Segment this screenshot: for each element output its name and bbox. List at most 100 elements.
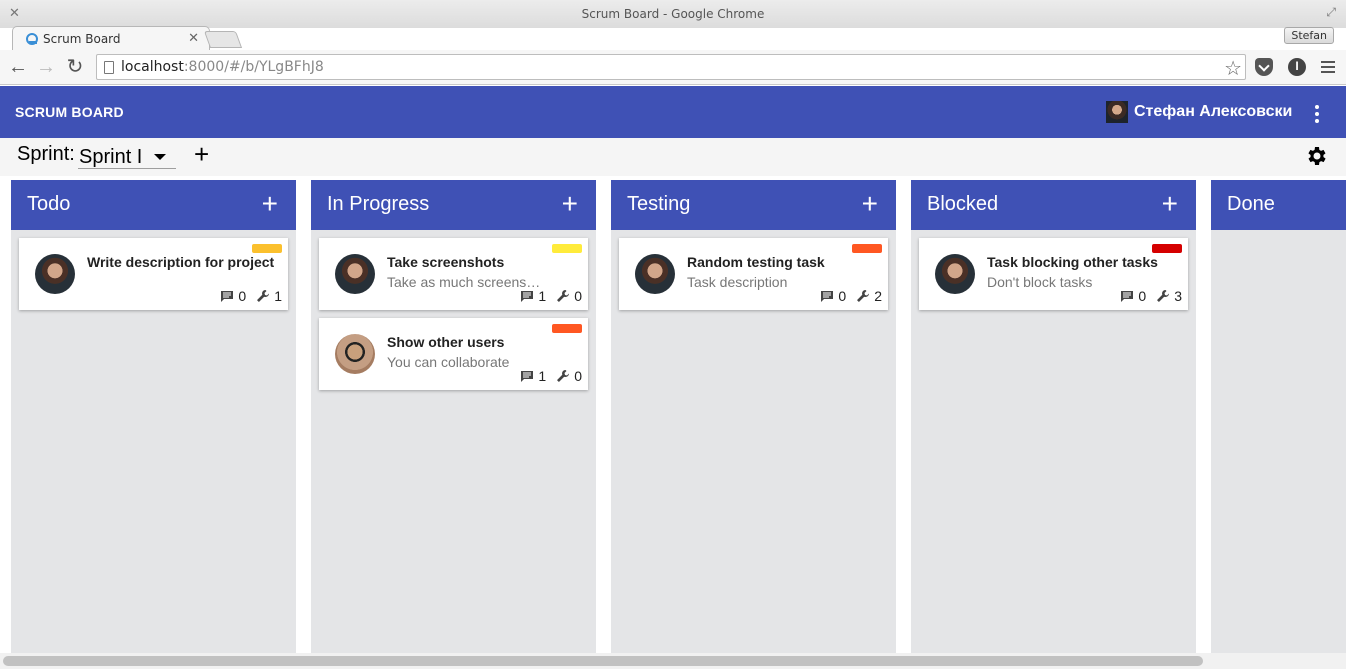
add-sprint-button[interactable]: + bbox=[194, 141, 209, 167]
task-color-tag bbox=[852, 244, 882, 253]
task-title: Show other users bbox=[387, 334, 505, 350]
column-header: In Progress + bbox=[311, 180, 596, 230]
sprint-select[interactable]: Sprint I bbox=[78, 144, 176, 169]
column-testing: Testing + Random testing task Task descr… bbox=[611, 180, 896, 653]
window-maximize-icon[interactable]: ⤢ bbox=[1326, 5, 1336, 20]
bookmark-star-icon[interactable]: ☆ bbox=[1224, 56, 1242, 81]
assignee-avatar bbox=[35, 254, 75, 294]
user-avatar bbox=[1106, 101, 1128, 123]
comment-icon bbox=[521, 371, 534, 382]
add-task-button[interactable]: + bbox=[1162, 190, 1178, 218]
tab-close-icon[interactable]: ✕ bbox=[188, 30, 199, 46]
assignee-avatar bbox=[335, 334, 375, 374]
horizontal-scrollbar[interactable] bbox=[0, 653, 1346, 669]
task-card[interactable]: Write description for project 0 1 bbox=[19, 238, 288, 310]
column-header: Blocked + bbox=[911, 180, 1196, 230]
column-header: Done bbox=[1211, 180, 1346, 230]
settings-gear-icon[interactable] bbox=[1305, 144, 1329, 168]
task-title: Write description for project bbox=[87, 254, 275, 270]
assignee-avatar bbox=[935, 254, 975, 294]
wrench-icon bbox=[257, 290, 270, 302]
task-card[interactable]: Show other users You can collaborate 1 0 bbox=[319, 318, 588, 390]
column-in-progress: In Progress + Take screenshots Take as m… bbox=[311, 180, 596, 653]
subtask-count: 0 bbox=[574, 288, 582, 304]
new-tab-button[interactable] bbox=[203, 31, 243, 48]
comment-count: 0 bbox=[1138, 288, 1147, 304]
url-host: localhost bbox=[121, 59, 184, 75]
page-icon bbox=[104, 61, 114, 74]
subtask-count: 1 bbox=[274, 288, 282, 304]
app-menu-icon[interactable] bbox=[1315, 105, 1319, 126]
column-title: Todo bbox=[27, 193, 71, 215]
app-bar: SCRUM BOARD Стефан Алексовски bbox=[0, 86, 1346, 138]
column-title: In Progress bbox=[327, 193, 430, 215]
scrum-board: Todo + Write description for project 0 1… bbox=[0, 176, 1346, 653]
browser-tab-active[interactable]: Scrum Board ✕ bbox=[12, 26, 210, 50]
back-arrow-icon[interactable]: ← bbox=[7, 56, 29, 78]
column-blocked: Blocked + Task blocking other tasks Don'… bbox=[911, 180, 1196, 653]
subtask-count: 3 bbox=[1174, 288, 1182, 304]
subtask-count: 0 bbox=[574, 368, 582, 384]
url-path: :8000/#/b/YLgBFhJ8 bbox=[183, 59, 324, 75]
tab-label: Scrum Board bbox=[43, 32, 121, 46]
forward-arrow-icon[interactable]: → bbox=[35, 56, 57, 78]
task-color-tag bbox=[252, 244, 282, 253]
assignee-avatar bbox=[635, 254, 675, 294]
window-title: Scrum Board - Google Chrome bbox=[581, 7, 765, 21]
column-header: Todo + bbox=[11, 180, 296, 230]
extension-icon[interactable] bbox=[1288, 58, 1306, 76]
comment-icon bbox=[221, 291, 234, 302]
assignee-avatar bbox=[335, 254, 375, 294]
task-card[interactable]: Take screenshots Take as much screenshot… bbox=[319, 238, 588, 310]
task-color-tag bbox=[1152, 244, 1182, 253]
favicon-icon bbox=[26, 33, 38, 45]
browser-toolbar: ← → ↻ localhost:8000/#/b/YLgBFhJ8 ☆ bbox=[0, 50, 1346, 85]
user-name[interactable]: Стефан Алексовски bbox=[1134, 103, 1292, 121]
add-task-button[interactable]: + bbox=[862, 190, 878, 218]
pocket-extension-icon[interactable] bbox=[1255, 58, 1273, 76]
task-stats: 0 1 bbox=[220, 288, 282, 304]
task-title: Task blocking other tasks bbox=[987, 254, 1158, 270]
subtask-count: 2 bbox=[874, 288, 882, 304]
wrench-icon bbox=[1157, 290, 1170, 302]
comment-count: 1 bbox=[538, 288, 547, 304]
dropdown-caret-icon bbox=[154, 154, 166, 160]
column-header: Testing + bbox=[611, 180, 896, 230]
comment-count: 1 bbox=[538, 368, 547, 384]
wrench-icon bbox=[557, 370, 570, 382]
comment-icon bbox=[521, 291, 534, 302]
comment-count: 0 bbox=[238, 288, 247, 304]
scrollbar-thumb[interactable] bbox=[3, 656, 1203, 666]
task-stats: 0 3 bbox=[1120, 288, 1182, 304]
comment-icon bbox=[1121, 291, 1134, 302]
profile-button[interactable]: Stefan bbox=[1284, 27, 1334, 44]
task-title: Take screenshots bbox=[387, 254, 505, 270]
sprint-selected-value: Sprint I bbox=[79, 146, 143, 168]
wrench-icon bbox=[557, 290, 570, 302]
task-card[interactable]: Random testing task Task description 0 2 bbox=[619, 238, 888, 310]
task-title: Random testing task bbox=[687, 254, 825, 270]
column-title: Blocked bbox=[927, 193, 999, 215]
add-task-button[interactable]: + bbox=[262, 190, 278, 218]
add-task-button[interactable]: + bbox=[562, 190, 578, 218]
chrome-menu-icon[interactable] bbox=[1321, 61, 1335, 76]
tab-strip: Scrum Board ✕ Stefan bbox=[0, 22, 1346, 50]
task-color-tag bbox=[552, 244, 582, 253]
task-stats: 1 0 bbox=[520, 288, 582, 304]
column-title: Testing bbox=[627, 193, 691, 215]
reload-icon[interactable]: ↻ bbox=[64, 56, 86, 78]
wrench-icon bbox=[857, 290, 870, 302]
column-todo: Todo + Write description for project 0 1 bbox=[11, 180, 296, 653]
task-stats: 0 2 bbox=[820, 288, 882, 304]
task-card[interactable]: Task blocking other tasks Don't block ta… bbox=[919, 238, 1188, 310]
comment-icon bbox=[821, 291, 834, 302]
column-title: Done bbox=[1227, 193, 1275, 215]
sprint-bar: Sprint: Sprint I + bbox=[0, 138, 1346, 176]
task-stats: 1 0 bbox=[520, 368, 582, 384]
task-color-tag bbox=[552, 324, 582, 333]
app-brand[interactable]: SCRUM BOARD bbox=[15, 104, 124, 120]
address-bar[interactable]: localhost:8000/#/b/YLgBFhJ8 ☆ bbox=[96, 54, 1246, 80]
column-done: Done bbox=[1211, 180, 1346, 653]
comment-count: 0 bbox=[838, 288, 847, 304]
sprint-label: Sprint: bbox=[17, 143, 75, 165]
